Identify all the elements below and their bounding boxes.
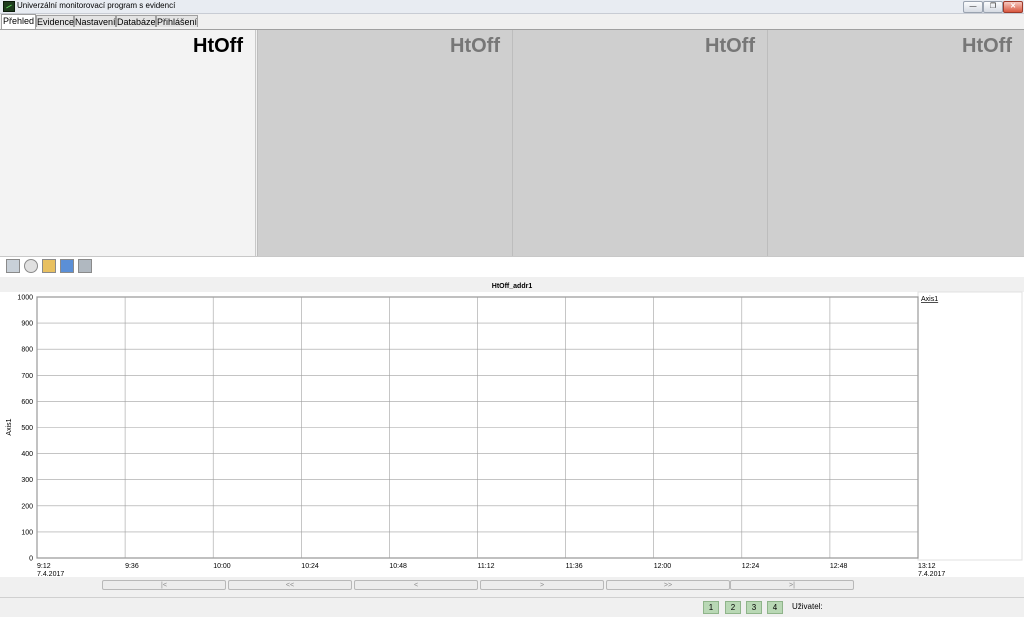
- history-chart: HtOff_addr1 Axis1 Axis1 0 100 200 300 400 500…: [0, 283, 1024, 577]
- x-tick-label: 12:48: [830, 563, 848, 570]
- y-tick-label: 500: [21, 425, 33, 432]
- nav-first-button[interactable]: |<: [102, 580, 226, 590]
- user-label: Uživatel:: [792, 602, 823, 611]
- gauge-icon[interactable]: [24, 259, 38, 273]
- device-panel[interactable]: HtOff: [767, 30, 1024, 256]
- printer-icon[interactable]: [78, 259, 92, 273]
- page-button-1[interactable]: 1: [703, 601, 719, 614]
- y-tick-label: 0: [29, 556, 33, 563]
- x-tick-label: 10:24: [301, 563, 319, 570]
- x-tick-label: 10:48: [389, 563, 407, 570]
- window-title: Univerzální monitorovací program s evide…: [17, 1, 176, 10]
- device-panel[interactable]: HtOff: [512, 30, 767, 256]
- x-tick-label: 12:00: [654, 563, 672, 570]
- chart-background: [0, 292, 1024, 577]
- status-bar: 1 2 3 4 Uživatel:: [0, 597, 1024, 617]
- folder-icon[interactable]: [60, 259, 74, 273]
- y-tick-label: 300: [21, 477, 33, 484]
- device-panel[interactable]: HtOff: [257, 30, 512, 256]
- tab-evidence[interactable]: Evidence: [36, 15, 74, 27]
- y-tick-label: 200: [21, 503, 33, 510]
- nav-prev-fast-button[interactable]: <<: [228, 580, 352, 590]
- panel-title: HtOff: [450, 35, 500, 57]
- chart-area: HtOff_addr1 Axis1 Axis1 0 100 200 300 400 500…: [0, 277, 1024, 597]
- tab-nastaveni[interactable]: Nastavení: [74, 15, 116, 27]
- device-panel[interactable]: HtOff: [0, 30, 256, 256]
- chart-toolbar: [0, 256, 1024, 278]
- nav-next-fast-button[interactable]: >>: [606, 580, 730, 590]
- close-button[interactable]: ✕: [1003, 1, 1023, 13]
- page-button-2[interactable]: 2: [725, 601, 741, 614]
- y-tick-label: 800: [21, 347, 33, 354]
- x-tick-label: 11:12: [478, 563, 495, 570]
- minimize-button[interactable]: —: [963, 1, 983, 13]
- table-icon[interactable]: [6, 259, 20, 273]
- page-button-3[interactable]: 3: [746, 601, 762, 614]
- overview-panels: HtOff HtOff HtOff HtOff: [0, 30, 1024, 256]
- y-axis-label: Axis1: [6, 418, 13, 435]
- x-tick-label: 11:36: [566, 563, 583, 570]
- x-tick-label: 10:00: [213, 563, 231, 570]
- x-tick-label: 12:24: [742, 563, 760, 570]
- y-tick-label: 700: [21, 373, 33, 380]
- x-tick-date-label: 7.4.2017: [37, 571, 64, 577]
- nav-prev-button[interactable]: <: [354, 580, 478, 590]
- maximize-button[interactable]: ❐: [983, 1, 1003, 13]
- panel-title: HtOff: [193, 35, 243, 57]
- x-tick-date-label: 7.4.2017: [918, 571, 945, 577]
- app-monitor-icon: [3, 1, 15, 12]
- nav-last-button[interactable]: >|: [730, 580, 854, 590]
- x-tick-label: 13:12: [918, 563, 936, 570]
- panel-title: HtOff: [962, 35, 1012, 57]
- y-tick-label: 1000: [17, 295, 33, 302]
- x-tick-label: 9:36: [125, 563, 139, 570]
- y-tick-label: 400: [21, 451, 33, 458]
- y-tick-label: 900: [21, 321, 33, 328]
- page-button-4[interactable]: 4: [767, 601, 783, 614]
- tab-prihlaseni[interactable]: Přihlášení: [156, 15, 198, 27]
- legend-box: [917, 291, 1023, 561]
- y-tick-label: 100: [21, 529, 33, 536]
- chart-title: HtOff_addr1: [492, 283, 533, 290]
- nav-next-button[interactable]: >: [480, 580, 604, 590]
- panel-title: HtOff: [705, 35, 755, 57]
- tab-strip: Přehled Evidence Nastavení Databáze Přih…: [0, 14, 1024, 30]
- legend-entry-axis1[interactable]: Axis1: [921, 296, 938, 303]
- tab-prehled[interactable]: Přehled: [1, 14, 36, 29]
- title-bar: Univerzální monitorovací program s evide…: [0, 0, 1024, 14]
- book-icon[interactable]: [42, 259, 56, 273]
- y-tick-label: 600: [21, 399, 33, 406]
- x-tick-label: 9:12: [37, 563, 51, 570]
- tab-databaze[interactable]: Databáze: [116, 15, 156, 27]
